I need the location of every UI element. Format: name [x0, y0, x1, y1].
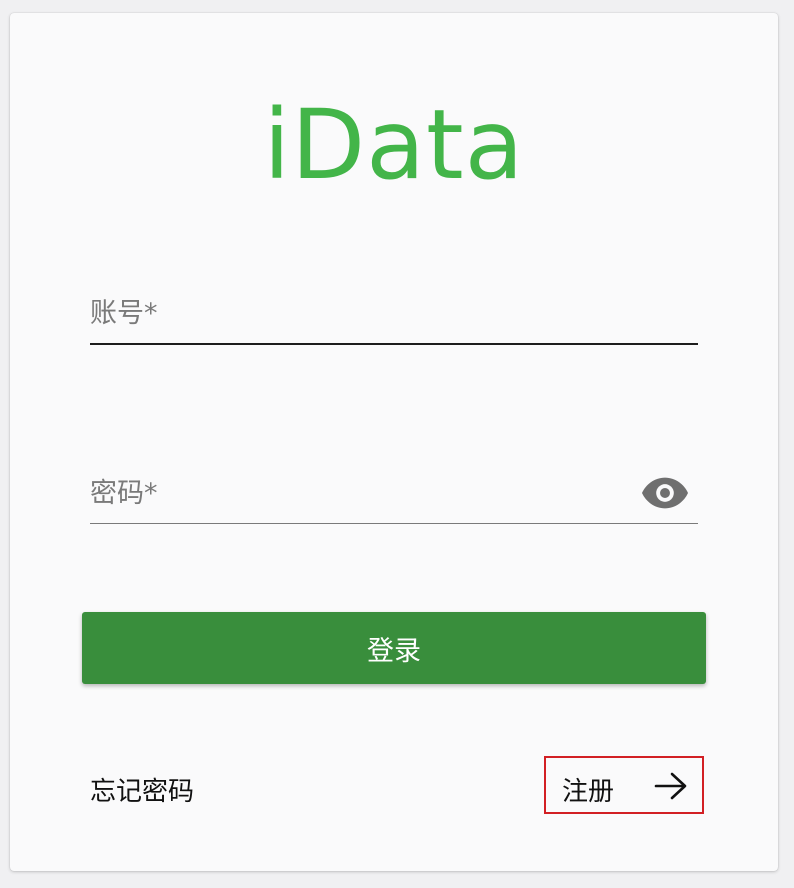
logo: iData: [263, 89, 525, 201]
register-link[interactable]: 注册: [544, 756, 704, 814]
arrow-right-icon: [654, 772, 687, 800]
forgot-password-link[interactable]: 忘记密码: [90, 771, 194, 808]
login-button[interactable]: 登录: [82, 612, 706, 684]
account-field[interactable]: [90, 285, 698, 345]
password-field[interactable]: [90, 465, 698, 524]
register-label: 注册: [562, 777, 615, 807]
account-input[interactable]: [90, 285, 630, 341]
login-card: iData 登录 忘记密码 注册: [10, 13, 778, 871]
password-input[interactable]: [90, 465, 630, 521]
eye-icon[interactable]: [642, 477, 688, 509]
